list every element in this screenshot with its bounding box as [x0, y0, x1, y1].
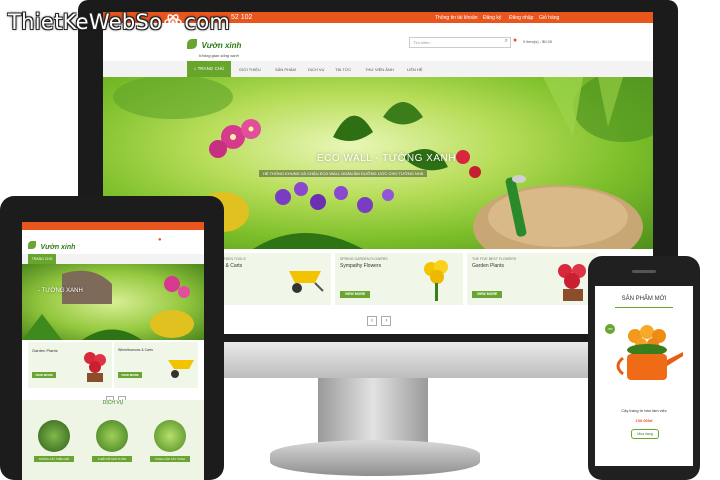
topbar-link-account[interactable]: Thông tin tài khoản: [435, 15, 478, 21]
service-button[interactable]: TRỒNG CÂY TRÊN MÁI: [34, 456, 74, 462]
tablet-cart-icon[interactable]: ●: [158, 237, 162, 243]
phone-website-screen: SẢN PHẨM MỚI -5% Cây trang trí bàn làm v…: [595, 286, 693, 466]
service-button[interactable]: THIẾT KẾ SÂN VƯỜN: [92, 456, 132, 462]
service-item[interactable]: THIẾT KẾ SÂN VƯỜN: [92, 420, 132, 462]
phone-speaker: [632, 270, 656, 273]
wheelbarrow-image: [168, 360, 194, 378]
product-card[interactable]: GARDEN TOOLS ws & Carts: [213, 253, 331, 305]
view-more-button[interactable]: VIEW MORE: [340, 291, 370, 298]
product-name[interactable]: Cây trang trí bàn làm việc: [595, 408, 693, 413]
product-card[interactable]: SPRING GARDEN FLOWERS Sympathy Flowers V…: [335, 253, 463, 305]
new-products-title: SẢN PHẨM MỚI: [621, 296, 667, 302]
topbar-link-register[interactable]: Đăng ký: [483, 15, 501, 21]
nav-home[interactable]: ⌂ TRANG CHỦ: [187, 61, 231, 77]
desktop-search-box[interactable]: Tìm kiếm... ⌕: [409, 37, 511, 48]
service-image: [38, 420, 70, 452]
nav-news[interactable]: TIN TỨC: [335, 67, 351, 72]
product-price: 100.000đ: [635, 418, 653, 423]
card-kicker: THE FIVE BEST FLOWERS: [472, 257, 517, 261]
product-card[interactable]: THE FIVE BEST FLOWERS Garden Plants VIEW…: [467, 253, 597, 305]
card-title: Garden Plants: [32, 348, 58, 353]
tablet-hero-slider[interactable]: - TƯỜNG XANH: [22, 264, 204, 340]
logo-tagline: Không gian sống xanh: [199, 53, 239, 58]
watermark-logo: ThietKeWebSo com: [8, 10, 230, 34]
watermark-text-left: ThietKeWebSo: [8, 10, 163, 34]
nav-home[interactable]: TRANG CHỦ: [28, 254, 56, 264]
nav-about[interactable]: GIỚI THIỆU: [239, 67, 261, 72]
desktop-main-nav: ⌂ TRANG CHỦ GIỚI THIỆU SẢN PHẨM DỊCH VỤ …: [103, 61, 653, 78]
desktop-logo[interactable]: Vườn xinh Không gian sống xanh: [187, 35, 241, 58]
search-icon[interactable]: ⌕: [505, 38, 508, 45]
leaf-icon: [28, 240, 36, 249]
cart-icon[interactable]: ●: [513, 37, 517, 44]
tablet-product-card[interactable]: Wheelbarrows & Carts VIEW MORE: [114, 342, 198, 388]
red-flowers-image: [84, 352, 106, 382]
services-title: DỊCH VỤ: [102, 400, 124, 406]
buy-button[interactable]: Mua hàng: [631, 429, 659, 439]
service-item[interactable]: CUNG CẤP CÂY XANH: [150, 420, 190, 462]
pager-next-button[interactable]: ›: [381, 316, 392, 326]
watermark-text-right: com: [184, 10, 231, 34]
nav-gallery[interactable]: THƯ VIỆN ẢNH: [365, 67, 394, 72]
red-flowers-image: [558, 264, 586, 301]
service-button[interactable]: CUNG CẤP CÂY XANH: [150, 456, 190, 462]
card-title: Garden Plants: [472, 263, 504, 269]
leaf-icon: [187, 38, 197, 49]
slide-title: - TƯỜNG XANH: [38, 288, 83, 294]
wheelbarrow-image: [289, 271, 324, 293]
service-item[interactable]: TRỒNG CÂY TRÊN MÁI: [34, 420, 74, 462]
monitor-stand-neck: [318, 378, 428, 448]
topbar-link-login[interactable]: Đăng nhập: [509, 15, 533, 21]
topbar-link-cart[interactable]: Giỏ hàng: [539, 15, 559, 21]
logo-name: Vườn xinh: [201, 41, 242, 50]
nav-services[interactable]: DỊCH VỤ: [308, 67, 324, 72]
service-image: [96, 420, 128, 452]
slide-subtitle: HỆ THỐNG KHUNG VÀ CHẬU ECO WALL NGĂN ẤM …: [259, 170, 428, 177]
title-underline: [615, 307, 673, 308]
monitor-stand-base: [270, 440, 480, 476]
view-more-button[interactable]: VIEW MORE: [32, 372, 56, 378]
slide-title: ECO WALL - TƯỜNG XANH: [317, 153, 456, 164]
garden-scene-image: [22, 270, 194, 340]
card-title: Wheelbarrows & Carts: [118, 348, 154, 352]
desktop-phone-number: 52 102: [231, 14, 253, 21]
nav-products[interactable]: SẢN PHẨM: [275, 67, 296, 72]
cart-summary[interactable]: 0 item(s) - $0.00: [523, 39, 552, 44]
view-more-button[interactable]: VIEW MORE: [472, 291, 502, 298]
watering-can-plant-image: [616, 325, 683, 380]
search-input[interactable]: Tìm kiếm...: [413, 40, 433, 45]
card-title: Sympathy Flowers: [340, 263, 382, 269]
service-image: [154, 420, 186, 452]
slider-pager: ‹ ›: [367, 309, 392, 327]
pager-prev-button[interactable]: ‹: [367, 316, 377, 326]
atom-icon: [164, 14, 183, 30]
nav-contact[interactable]: LIÊN HỆ: [407, 67, 423, 72]
card-kicker: SPRING GARDEN FLOWERS: [340, 257, 388, 261]
tablet-product-card[interactable]: Garden Plants VIEW MORE: [28, 342, 112, 388]
logo-name: Vườn xinh: [40, 244, 76, 251]
services-section: DỊCH VỤ TRỒNG CÂY TRÊN MÁI THIẾT KẾ SÂN …: [22, 400, 204, 480]
tablet-website-screen: Vườn xinh Không gian sống xanh ● TRANG C…: [22, 222, 204, 480]
tablet-topbar: [22, 222, 204, 230]
yellow-flowers-image: [424, 260, 448, 301]
view-more-button[interactable]: VIEW MORE: [118, 372, 142, 378]
